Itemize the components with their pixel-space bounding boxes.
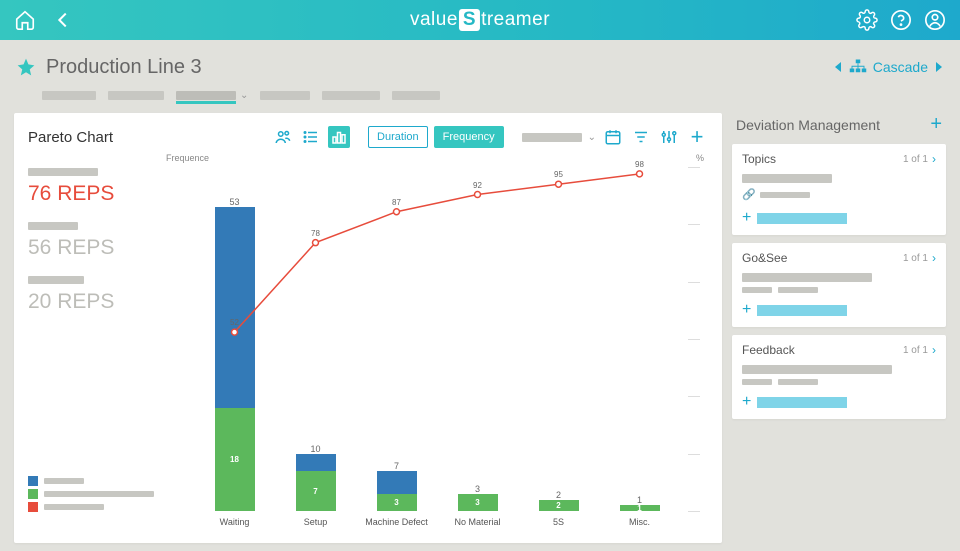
chevron-right-icon[interactable]: › [932,152,936,166]
feedback-title: Feedback [742,343,795,357]
star-icon[interactable] [16,57,36,77]
user-icon[interactable] [924,9,946,31]
settings-icon[interactable] [658,126,680,148]
back-icon[interactable] [52,9,74,31]
people-icon[interactable] [272,126,294,148]
stat-76: 76 REPS [28,182,158,206]
pareto-chart-card: Pareto Chart Duration Frequency ⌄ + 76 R… [14,113,722,543]
stat-20: 20 REPS [28,290,158,314]
chevron-right-icon[interactable]: › [932,251,936,265]
cascade-nav[interactable]: Cascade [833,59,944,75]
chart-icon[interactable] [328,126,350,148]
toggle-frequency[interactable]: Frequency [434,126,504,148]
add-icon[interactable]: + [686,126,708,148]
toggle-duration[interactable]: Duration [368,126,428,148]
gosee-box: Go&See1 of 1› + [732,243,946,327]
list-icon[interactable] [300,126,322,148]
legend [28,476,154,515]
tab-active[interactable] [176,91,236,100]
y2-axis-label: % [696,153,704,163]
brand-logo: valueStreamer [410,9,550,31]
calendar-icon[interactable] [602,126,624,148]
tab-bar: ⌄ [0,90,960,105]
y-axis-label: Frequence [166,153,209,163]
chevron-right-icon[interactable]: › [932,343,936,357]
help-icon[interactable] [890,9,912,31]
tab[interactable] [108,91,164,100]
search-placeholder[interactable] [522,133,582,142]
side-panel-title: Deviation Management + [732,113,946,136]
chart-title: Pareto Chart [28,129,113,146]
topics-title: Topics [742,152,776,166]
gear-icon[interactable] [856,9,878,31]
gosee-title: Go&See [742,251,787,265]
home-icon[interactable] [14,9,36,31]
filter-icon[interactable] [630,126,652,148]
topics-box: Topics1 of 1› 🔗 + [732,144,946,235]
tab[interactable] [392,91,440,100]
add-feedback-icon[interactable]: + [742,393,751,411]
page-title: Production Line 3 [46,56,202,79]
feedback-box: Feedback1 of 1› + [732,335,946,419]
tab[interactable] [322,91,380,100]
tab[interactable] [42,91,96,100]
add-topic-icon[interactable]: + [742,209,751,227]
add-gosee-icon[interactable]: + [742,301,751,319]
add-deviation-icon[interactable]: + [930,113,942,136]
stat-56: 56 REPS [28,236,158,260]
tab[interactable] [260,91,310,100]
